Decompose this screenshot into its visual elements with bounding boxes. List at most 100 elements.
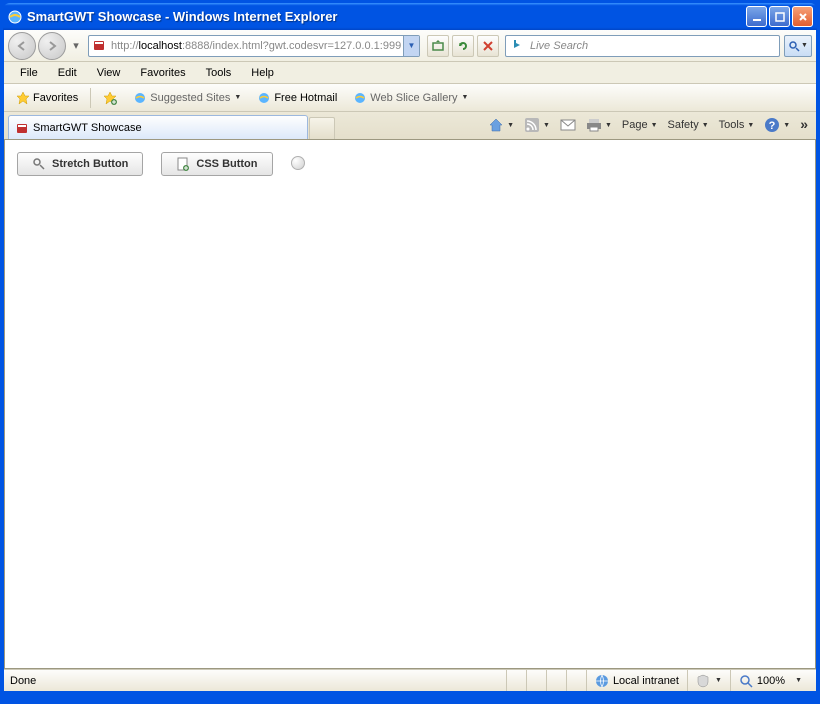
suggested-sites-label: Suggested Sites: [150, 92, 230, 104]
home-icon: [488, 117, 504, 133]
nav-history-dropdown[interactable]: ▾: [68, 32, 84, 60]
minimize-button[interactable]: [746, 6, 767, 27]
printer-icon: [586, 117, 602, 133]
page-add-icon: [176, 157, 190, 171]
titlebar: SmartGWT Showcase - Windows Internet Exp…: [3, 3, 817, 30]
svg-text:?: ?: [769, 120, 776, 132]
compat-view-button[interactable]: [427, 35, 449, 57]
css-button[interactable]: CSS Button: [161, 152, 272, 176]
feeds-button[interactable]: ▼: [520, 115, 554, 135]
zoom-level: 100%: [757, 675, 785, 687]
search-placeholder: Live Search: [530, 40, 779, 52]
chevron-down-icon: ▼: [543, 122, 550, 129]
tab-icon: [15, 121, 29, 135]
favorites-button[interactable]: Favorites: [10, 89, 84, 107]
address-dropdown[interactable]: ▼: [403, 36, 419, 56]
refresh-button[interactable]: [452, 35, 474, 57]
menu-bar: File Edit View Favorites Tools Help: [4, 62, 816, 84]
star-add-icon: [103, 91, 117, 105]
site-icon: [92, 38, 108, 54]
stretch-button[interactable]: Stretch Button: [17, 152, 143, 176]
chevron-down-icon: ▼: [605, 122, 612, 129]
url-rest: :8888/index.html?gwt.codesvr=127.0.0.1:9…: [182, 40, 401, 52]
nav-toolbar: ▾ http://localhost:8888/index.html?gwt.c…: [4, 30, 816, 62]
ie-icon: [353, 91, 367, 105]
menu-view[interactable]: View: [87, 65, 131, 81]
bing-icon: [510, 38, 526, 54]
web-slice-gallery-link[interactable]: Web Slice Gallery ▼: [347, 89, 474, 107]
chevron-down-icon: ▼: [715, 677, 722, 684]
help-icon: ?: [764, 117, 780, 133]
favorites-bar: Favorites Suggested Sites ▼ Free Hotmail…: [4, 84, 816, 112]
status-pane-3: [546, 670, 566, 691]
safety-label: Safety: [668, 119, 699, 131]
css-button-label: CSS Button: [196, 158, 257, 170]
menu-tools[interactable]: Tools: [196, 65, 242, 81]
search-dropdown-icon: ▼: [801, 42, 808, 49]
safety-menu[interactable]: Safety ▼: [664, 117, 713, 133]
chevron-down-icon: ▼: [507, 122, 514, 129]
status-pane-2: [526, 670, 546, 691]
overflow-button[interactable]: »: [796, 114, 812, 136]
status-pane-4: [566, 670, 586, 691]
chevron-down-icon: ▼: [783, 122, 790, 129]
chevron-down-icon: ▼: [651, 122, 658, 129]
close-button[interactable]: [792, 6, 813, 27]
chevron-down-icon: ▼: [702, 122, 709, 129]
image-button[interactable]: [291, 156, 305, 170]
status-bar: Done Local intranet ▼ 100% ▼: [4, 669, 816, 691]
menu-file[interactable]: File: [10, 65, 48, 81]
chevron-down-icon: ▼: [795, 677, 802, 684]
chevron-down-icon: ▼: [462, 94, 469, 101]
security-zone-label: Local intranet: [613, 675, 679, 687]
chevron-down-icon: ▼: [747, 122, 754, 129]
page-label: Page: [622, 119, 648, 131]
print-button[interactable]: ▼: [582, 115, 616, 135]
web-slice-label: Web Slice Gallery: [370, 92, 457, 104]
zoom-control[interactable]: 100% ▼: [730, 670, 810, 691]
security-zone[interactable]: Local intranet: [586, 670, 687, 691]
url-host: localhost: [139, 40, 182, 52]
search-box[interactable]: Live Search: [505, 35, 780, 57]
window-controls: [746, 6, 813, 27]
command-bar: ▼ ▼ ▼ Page ▼ Safety: [484, 114, 812, 136]
page-content: Stretch Button CSS Button: [4, 140, 816, 669]
intranet-icon: [595, 674, 609, 688]
read-mail-button[interactable]: [556, 117, 580, 133]
status-text: Done: [10, 675, 506, 687]
forward-button[interactable]: [38, 32, 66, 60]
help-button[interactable]: ? ▼: [760, 115, 794, 135]
menu-edit[interactable]: Edit: [48, 65, 87, 81]
tab-active[interactable]: SmartGWT Showcase: [8, 115, 308, 139]
menu-help[interactable]: Help: [241, 65, 284, 81]
ie-icon: [133, 91, 147, 105]
stretch-button-label: Stretch Button: [52, 158, 128, 170]
separator: [90, 88, 91, 108]
mail-icon: [560, 119, 576, 131]
star-icon: [16, 91, 30, 105]
address-text[interactable]: http://localhost:8888/index.html?gwt.cod…: [111, 40, 403, 52]
free-hotmail-link[interactable]: Free Hotmail: [251, 89, 343, 107]
ie-icon: [257, 91, 271, 105]
page-menu[interactable]: Page ▼: [618, 117, 662, 133]
tools-menu[interactable]: Tools ▼: [715, 117, 759, 133]
ie-logo-icon: [7, 9, 23, 25]
new-tab-button[interactable]: [309, 117, 335, 139]
home-button[interactable]: ▼: [484, 115, 518, 135]
favorites-label: Favorites: [33, 92, 78, 104]
free-hotmail-label: Free Hotmail: [274, 92, 337, 104]
suggested-sites-link[interactable]: Suggested Sites ▼: [127, 89, 247, 107]
find-icon: [32, 157, 46, 171]
chevron-down-icon: ▼: [234, 94, 241, 101]
protected-mode[interactable]: ▼: [687, 670, 730, 691]
shield-icon: [696, 674, 710, 688]
search-button[interactable]: ▼: [784, 35, 812, 57]
add-favorite-button[interactable]: [97, 89, 123, 107]
back-button[interactable]: [8, 32, 36, 60]
maximize-button[interactable]: [769, 6, 790, 27]
status-pane-1: [506, 670, 526, 691]
tab-bar: SmartGWT Showcase ▼ ▼ ▼: [4, 112, 816, 140]
address-bar[interactable]: http://localhost:8888/index.html?gwt.cod…: [88, 35, 420, 57]
stop-button[interactable]: [477, 35, 499, 57]
menu-favorites[interactable]: Favorites: [130, 65, 195, 81]
